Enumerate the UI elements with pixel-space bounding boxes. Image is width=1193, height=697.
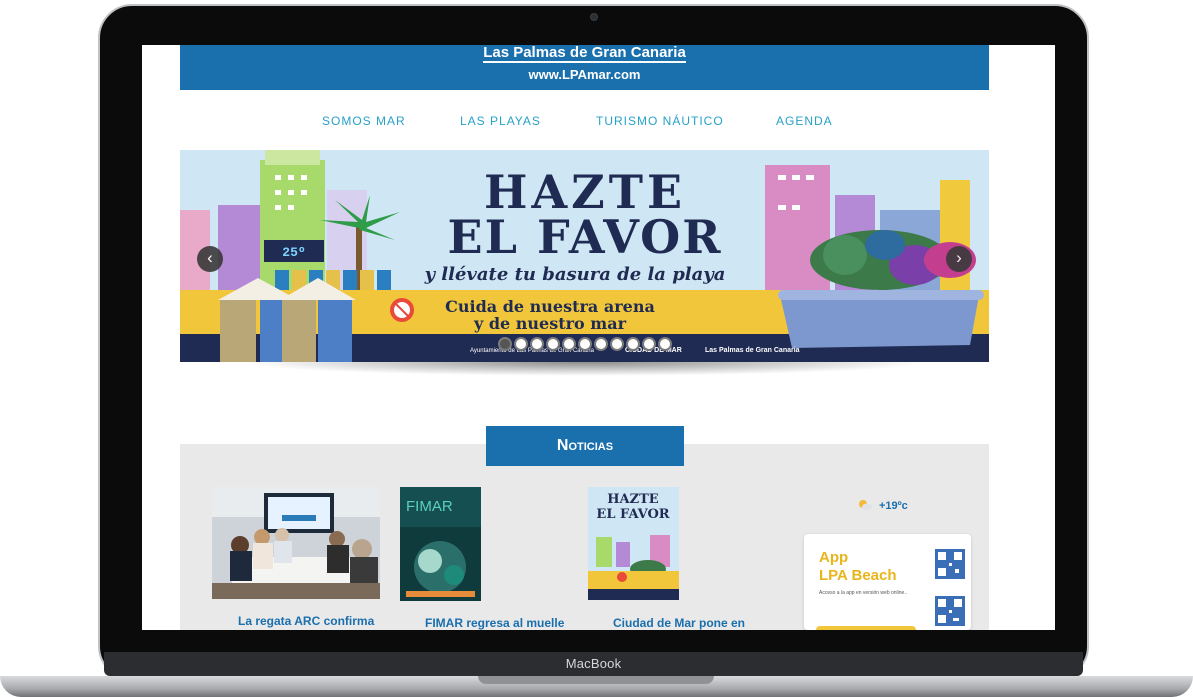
slider-prev-button[interactable]: ‹ (197, 246, 223, 272)
news-title-ciudad-de-mar[interactable]: Ciudad de Mar pone en (613, 616, 745, 630)
hero-slider[interactable]: 25º HAZTE EL FAVOR y llévate tu basura d… (180, 150, 989, 362)
thermo-display: 25º (282, 245, 305, 260)
news-heading: Noticias (486, 426, 684, 466)
slider-dot[interactable] (545, 336, 560, 351)
weather-temperature: +19ºc (879, 500, 908, 512)
slider-pagination (180, 335, 989, 353)
qr-code-icon[interactable] (935, 549, 965, 579)
news-title-regata[interactable]: La regata ARC confirma (238, 614, 374, 628)
laptop-notch (478, 676, 714, 684)
fimar-poster-label: FIMAR (406, 498, 453, 515)
browser-viewport: Las Palmas de Gran Canaria www.LPAmar.co… (142, 45, 1055, 630)
slider-dot[interactable] (561, 336, 576, 351)
slider-dot[interactable] (513, 336, 528, 351)
nav-item-las-playas[interactable]: LAS PLAYAS (460, 114, 541, 128)
slider-dot[interactable] (497, 336, 512, 351)
slider-dot[interactable] (609, 336, 624, 351)
slider-dot[interactable] (593, 336, 608, 351)
news-image-hazte-el-favor[interactable]: HAZTE EL FAVOR (588, 487, 679, 600)
poster-el-favor-label: EL FAVOR (596, 507, 669, 522)
poster-hazte-label: HAZTE (607, 492, 659, 507)
slider-dot[interactable] (529, 336, 544, 351)
nav-item-somos-mar[interactable]: SOMOS MAR (322, 114, 406, 128)
nav-item-turismo-nautico[interactable]: TURISMO NÁUTICO (596, 114, 724, 128)
main-nav: SOMOS MAR LAS PLAYAS TURISMO NÁUTICO AGE… (180, 90, 989, 151)
device-brand-label: MacBook (565, 656, 622, 671)
app-promo-subtitle: Acceso a la app en versión web online.. (819, 590, 908, 596)
news-title-fimar[interactable]: FIMAR regresa al muelle (425, 616, 564, 630)
banner-subline-2: y de nuestro mar (473, 314, 627, 333)
site-header: Las Palmas de Gran Canaria www.LPAmar.co… (180, 45, 989, 90)
app-promo-title: App LPA Beach (819, 549, 897, 584)
app-promo-card[interactable]: App LPA Beach Acceso a la app en versión… (804, 534, 971, 630)
qr-code-icon[interactable] (935, 596, 965, 626)
site-url[interactable]: www.LPAmar.com (180, 67, 989, 82)
news-image-regata[interactable] (212, 487, 380, 599)
laptop-chin: MacBook (104, 652, 1083, 676)
slider-dot[interactable] (641, 336, 656, 351)
banner-shadow (240, 362, 929, 376)
slider-dot[interactable] (657, 336, 672, 351)
banner-tagline: y llévate tu basura de la playa (424, 264, 726, 285)
website: Las Palmas de Gran Canaria www.LPAmar.co… (180, 45, 989, 630)
news-image-fimar[interactable]: FIMAR (400, 487, 481, 601)
partly-sunny-icon (859, 500, 872, 511)
slider-next-button[interactable]: › (946, 246, 972, 272)
banner-headline-2: EL FAVOR (448, 210, 723, 264)
app-promo-button[interactable] (816, 626, 916, 630)
banner-artwork: 25º HAZTE EL FAVOR y llévate tu basura d… (180, 150, 989, 362)
nav-item-agenda[interactable]: AGENDA (776, 114, 833, 128)
slider-dot[interactable] (625, 336, 640, 351)
site-title[interactable]: Las Palmas de Gran Canaria (180, 45, 989, 63)
slider-dot[interactable] (577, 336, 592, 351)
camera-icon (590, 13, 598, 21)
